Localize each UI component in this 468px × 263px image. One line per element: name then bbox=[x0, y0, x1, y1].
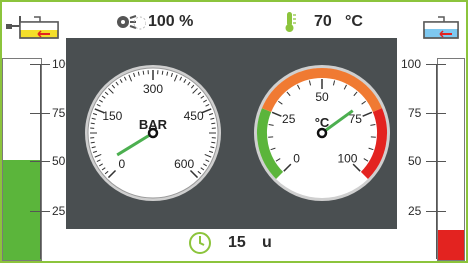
pressure-gauge: 0150300450600BAR bbox=[85, 65, 221, 201]
temp-gauge-label: 25 bbox=[282, 112, 296, 126]
pressure-gauge-hub bbox=[147, 127, 159, 139]
temp-gauge-label: 0 bbox=[293, 151, 300, 165]
pressure-gauge-label: 300 bbox=[143, 82, 163, 96]
clock-icon bbox=[189, 232, 211, 254]
right-tank-label: 75 bbox=[408, 106, 422, 120]
pressure-gauge-tick bbox=[161, 70, 164, 75]
right-tank-tick bbox=[426, 64, 446, 65]
pressure-gauge-tick bbox=[211, 141, 216, 144]
temp-gauge-label: 100 bbox=[337, 151, 357, 165]
fan-icon bbox=[117, 15, 146, 30]
right-tank-label: 50 bbox=[408, 154, 422, 168]
left-tank-tick bbox=[30, 211, 50, 212]
right-tank-tick bbox=[426, 161, 446, 162]
pressure-gauge-label: 0 bbox=[119, 157, 126, 171]
pressure-gauge-label: 600 bbox=[174, 157, 194, 171]
hours-value: 15 bbox=[228, 234, 246, 251]
right-tank-tick bbox=[426, 113, 446, 114]
pressure-gauge-tick bbox=[90, 122, 95, 125]
pressure-gauge-tick bbox=[211, 122, 216, 125]
speed-value: 100 % bbox=[148, 13, 194, 30]
left-tank-label: 75 bbox=[52, 106, 66, 120]
right-tank-bar bbox=[437, 58, 465, 261]
temp-gauge-hub bbox=[316, 127, 328, 139]
left-tank-label: 25 bbox=[52, 204, 66, 218]
right-tank-fill bbox=[438, 229, 464, 260]
thermometer-icon bbox=[285, 12, 296, 32]
left-tank-label: 50 bbox=[52, 154, 66, 168]
right-tank-label: 25 bbox=[408, 204, 422, 218]
pressure-gauge-label: 150 bbox=[102, 109, 122, 123]
temp-gauge-label: 50 bbox=[315, 90, 329, 104]
right-tank-label: 100 bbox=[401, 57, 422, 71]
left-tank-tick bbox=[30, 64, 50, 65]
water-tank-icon bbox=[423, 16, 459, 39]
oil-tank-icon bbox=[6, 16, 59, 39]
left-tank-tick bbox=[30, 113, 50, 114]
right-tank-tick bbox=[426, 211, 446, 212]
pressure-gauge-label: 450 bbox=[184, 109, 204, 123]
pressure-gauge-tick bbox=[90, 141, 95, 144]
temperature-unit: °C bbox=[345, 13, 363, 30]
left-tank-fill bbox=[3, 159, 41, 260]
hours-unit: u bbox=[262, 234, 272, 251]
temperature-value: 70 bbox=[314, 13, 332, 30]
gauges-svg: 0150300450600BAR 0255075100°C bbox=[85, 65, 390, 201]
left-tank-bar bbox=[2, 58, 42, 261]
pressure-gauge-tick bbox=[142, 70, 145, 75]
left-tank-tick bbox=[30, 161, 50, 162]
temp-gauge-label: 75 bbox=[349, 112, 363, 126]
temperature-gauge: 0255075100°C bbox=[254, 65, 390, 201]
